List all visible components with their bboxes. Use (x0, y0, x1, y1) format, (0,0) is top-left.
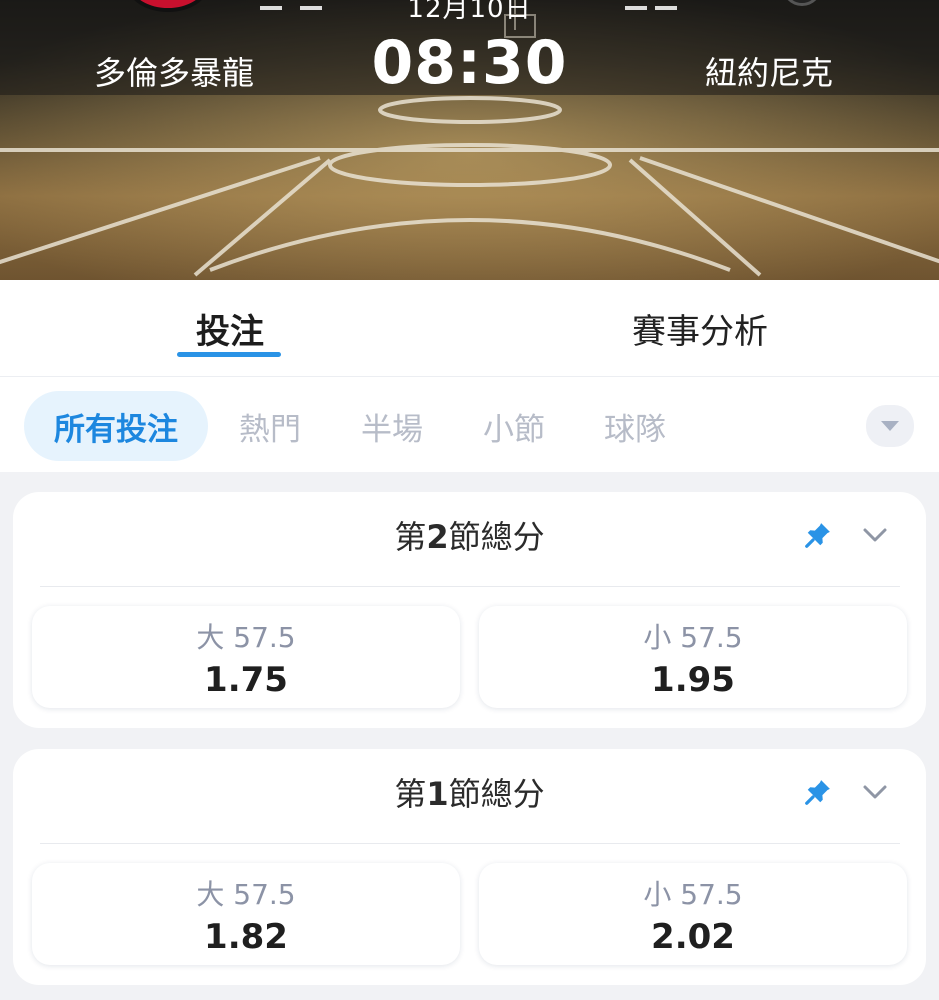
chevron-down-icon[interactable] (860, 520, 890, 550)
filter-team[interactable]: 球隊 (604, 391, 666, 461)
odds-button-under[interactable]: 小 57.5 1.95 (479, 606, 907, 708)
filter-all-bets[interactable]: 所有投注 (24, 391, 208, 461)
market-title: 第1節總分 (394, 775, 545, 813)
odds-line: 小 57.5 (643, 878, 743, 911)
tab-betting[interactable]: 投注 (0, 280, 460, 376)
odds-price: 1.95 (651, 660, 735, 700)
tab-match-analysis-label: 賽事分析 (632, 311, 768, 352)
odds-button-under[interactable]: 小 57.5 2.02 (479, 863, 907, 965)
main-tab-bar: 投注 賽事分析 (0, 280, 939, 376)
chevron-down-icon[interactable] (860, 777, 890, 807)
market-card: 第1節總分 大 57.5 1.82 小 57.5 2.02 (13, 749, 926, 985)
away-team-name: 紐約尼克 (705, 54, 834, 92)
market-title: 第2節總分 (394, 518, 545, 556)
odds-price: 1.75 (204, 660, 288, 700)
odds-price: 1.82 (204, 917, 288, 957)
home-team-name: 多倫多暴龍 (94, 54, 255, 92)
filter-quarter[interactable]: 小節 (483, 391, 545, 461)
active-tab-indicator (177, 352, 281, 357)
odds-price: 2.02 (651, 917, 735, 957)
pin-icon[interactable] (803, 520, 833, 550)
odds-button-over[interactable]: 大 57.5 1.82 (32, 863, 460, 965)
odds-line: 大 57.5 (196, 621, 296, 654)
divider (40, 586, 900, 587)
pin-icon[interactable] (803, 777, 833, 807)
filter-dropdown-button[interactable] (866, 405, 914, 447)
odds-button-over[interactable]: 大 57.5 1.75 (32, 606, 460, 708)
odds-line: 大 57.5 (196, 878, 296, 911)
bet-filter-bar: 所有投注 熱門 半場 小節 球隊 (0, 376, 939, 472)
match-date: 12月10日 (407, 0, 532, 24)
divider (40, 843, 900, 844)
odds-line: 小 57.5 (643, 621, 743, 654)
tab-match-analysis[interactable]: 賽事分析 (470, 280, 930, 376)
tab-betting-label: 投注 (196, 311, 264, 352)
match-hero: 12月10日 08:30 多倫多暴龍 紐約尼克 (0, 0, 939, 280)
filter-popular[interactable]: 熱門 (239, 391, 301, 461)
filter-half-time[interactable]: 半場 (361, 391, 423, 461)
market-card: 第2節總分 大 57.5 1.75 小 57.5 1.95 (13, 492, 926, 728)
